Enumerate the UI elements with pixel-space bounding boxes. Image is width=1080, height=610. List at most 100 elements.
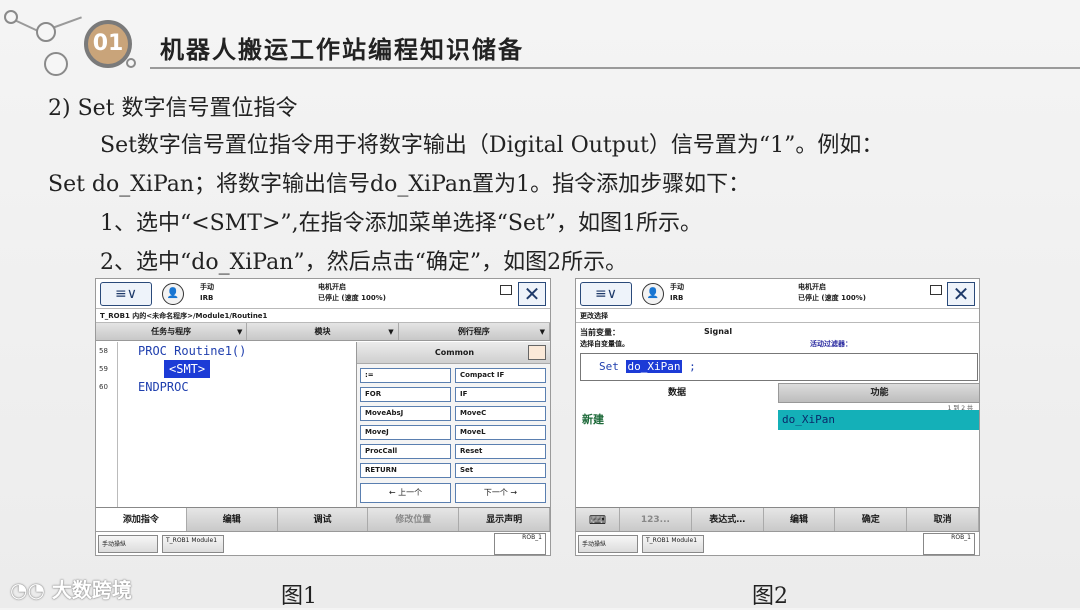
bottom-toolbar: 添加指令 编辑 调试 修改位置 显示声明: [96, 507, 550, 531]
motor-status: 电机开启: [318, 283, 346, 291]
keyboard-icon[interactable]: ⌨: [576, 508, 620, 531]
speed-status: 已停止 (速度 100%): [798, 294, 866, 302]
status-bar: 手动操纵 T_ROB1 Module1 ROB_1: [96, 531, 550, 555]
bottom-toolbar: ⌨ 123... 表达式… 编辑 确定 取消: [576, 507, 979, 531]
device-text: IRB: [200, 294, 214, 302]
paragraph-line-2: Set do_XiPan；将数字输出信号do_XiPan置为1。指令添加步骤如下…: [48, 172, 751, 197]
flexpendant-topbar: ≡∨ 👤 手动 IRB 电机开启 已停止 (速度 100%) ✕: [576, 279, 979, 309]
figure-1-screenshot: ≡∨ 👤 手动 IRB 电机开启 已停止 (速度 100%) ✕ T_ROB1 …: [95, 278, 551, 556]
instruction-button[interactable]: MoveC: [455, 406, 546, 421]
status-bar: 手动操纵 T_ROB1 Module1 ROB_1: [576, 531, 979, 555]
instruction-button[interactable]: RETURN: [360, 463, 451, 478]
expr-prefix: Set: [599, 360, 619, 373]
code-line[interactable]: ENDPROC: [138, 378, 246, 396]
modify-position-button[interactable]: 修改位置: [368, 508, 460, 531]
breadcrumb: 更改选择: [576, 309, 979, 323]
decor-dot: [126, 58, 136, 68]
close-button[interactable]: ✕: [947, 282, 975, 306]
panel-icon[interactable]: [528, 345, 546, 360]
close-button[interactable]: ✕: [518, 282, 546, 306]
decor-dot: [44, 52, 68, 76]
instruction-button[interactable]: MoveAbsJ: [360, 406, 451, 421]
line-number: 59: [99, 365, 108, 373]
code-line[interactable]: PROC Routine1(): [138, 342, 246, 360]
tab-routines[interactable]: 例行程序: [399, 323, 550, 341]
tab-modules[interactable]: 模块: [247, 323, 399, 341]
status-icon: [930, 285, 942, 295]
panel-nav: ← 上一个 下一个 →: [360, 483, 546, 503]
debug-button[interactable]: 调试: [278, 508, 369, 531]
mode-text: 手动: [200, 283, 214, 291]
device-text: IRB: [670, 294, 684, 302]
edit-button[interactable]: 编辑: [187, 508, 278, 531]
line-number: 60: [99, 383, 108, 391]
expression-box[interactable]: Set do_XiPan ;: [580, 353, 978, 381]
smt-placeholder[interactable]: <SMT>: [164, 360, 211, 378]
status-icon: [500, 285, 512, 295]
expression-button[interactable]: 表达式…: [692, 508, 764, 531]
instruction-grid: := Compact IF FOR IF MoveAbsJ MoveC Move…: [360, 368, 546, 478]
module-button[interactable]: T_ROB1 Module1: [162, 535, 224, 553]
decor-dot: [4, 10, 18, 24]
instruction-panel: Common := Compact IF FOR IF MoveAbsJ Mov…: [356, 342, 550, 507]
instruction-button[interactable]: Reset: [455, 444, 546, 459]
rob-indicator[interactable]: ROB_1: [923, 533, 975, 555]
filter-label: 活动过滤器：: [810, 340, 852, 348]
main-menu-button[interactable]: ≡∨: [580, 282, 632, 306]
step-2: 2、选中“do_XiPan”，然后点击“确定”，如图2所示。: [100, 250, 628, 275]
select-label: 选择自变量值。: [580, 340, 629, 348]
mode-text: 手动: [670, 283, 684, 291]
next-button[interactable]: 下一个 →: [455, 483, 546, 503]
title-underline: [150, 67, 1080, 69]
user-icon: 👤: [162, 283, 184, 305]
figure-1-caption: 图1: [281, 584, 317, 609]
panel-title: Common: [357, 342, 550, 364]
paragraph-line-1: Set数字信号置位指令用于将数字输出（Digital Output）信号置为“1…: [100, 133, 884, 158]
edit-button[interactable]: 编辑: [764, 508, 836, 531]
expr-selected-arg[interactable]: do_XiPan: [625, 360, 683, 373]
cancel-button[interactable]: 取消: [907, 508, 979, 531]
module-button[interactable]: T_ROB1 Module1: [642, 535, 704, 553]
rob-indicator[interactable]: ROB_1: [494, 533, 546, 555]
slide-header: 01 机器人搬运工作站编程知识储备: [0, 0, 1080, 80]
instruction-button[interactable]: FOR: [360, 387, 451, 402]
new-button[interactable]: 新建: [582, 411, 604, 427]
instruction-button[interactable]: Compact IF: [455, 368, 546, 383]
instruction-button[interactable]: MoveL: [455, 425, 546, 440]
prev-button[interactable]: ← 上一个: [360, 483, 451, 503]
instruction-button[interactable]: MoveJ: [360, 425, 451, 440]
current-var-value: Signal: [704, 327, 733, 336]
instruction-button[interactable]: ProcCall: [360, 444, 451, 459]
speed-status: 已停止 (速度 100%): [318, 294, 386, 302]
decor-dot: [36, 22, 56, 42]
instruction-button-set[interactable]: Set: [455, 463, 546, 478]
watermark-text: 大数跨境: [51, 578, 132, 602]
watermark-icon: ◔◔: [10, 578, 52, 602]
step-1: 1、选中“<SMT>”,在指令添加菜单选择“Set”，如图1所示。: [100, 211, 703, 236]
tab-function[interactable]: 功能: [778, 383, 979, 403]
main-menu-button[interactable]: ≡∨: [100, 282, 152, 306]
instruction-button[interactable]: :=: [360, 368, 451, 383]
list-item-selected[interactable]: do_XiPan: [778, 410, 979, 430]
section-badge: 01: [84, 20, 132, 68]
motor-status: 电机开启: [798, 283, 826, 291]
add-instruction-button[interactable]: 添加指令: [96, 508, 187, 531]
tab-tasks-programs[interactable]: 任务与程序: [96, 323, 248, 341]
page-title: 机器人搬运工作站编程知识储备: [160, 35, 524, 64]
watermark-logo: ◔◔ 大数跨境: [10, 574, 132, 603]
breadcrumb: T_ROB1 内的<未命名程序>/Module1/Routine1: [96, 309, 550, 323]
tab-data[interactable]: 数据: [576, 383, 778, 403]
jog-button[interactable]: 手动操纵: [578, 535, 638, 553]
code-editor: 58 59 60 PROC Routine1() <SMT> ENDPROC: [96, 342, 356, 507]
figure-2-screenshot: ≡∨ 👤 手动 IRB 电机开启 已停止 (速度 100%) ✕ 更改选择 当前…: [575, 278, 980, 556]
ok-button[interactable]: 确定: [835, 508, 908, 531]
program-tabs: 任务与程序 模块 例行程序: [96, 323, 550, 341]
jog-button[interactable]: 手动操纵: [98, 535, 158, 553]
instruction-button[interactable]: IF: [455, 387, 546, 402]
code-lines: PROC Routine1() <SMT> ENDPROC: [138, 342, 246, 396]
show-declaration-button[interactable]: 显示声明: [459, 508, 550, 531]
figure-2-caption: 图2: [752, 584, 788, 609]
numeric-button[interactable]: 123...: [620, 508, 692, 531]
user-icon: 👤: [642, 283, 664, 305]
flexpendant-topbar: ≡∨ 👤 手动 IRB 电机开启 已停止 (速度 100%) ✕: [96, 279, 550, 309]
